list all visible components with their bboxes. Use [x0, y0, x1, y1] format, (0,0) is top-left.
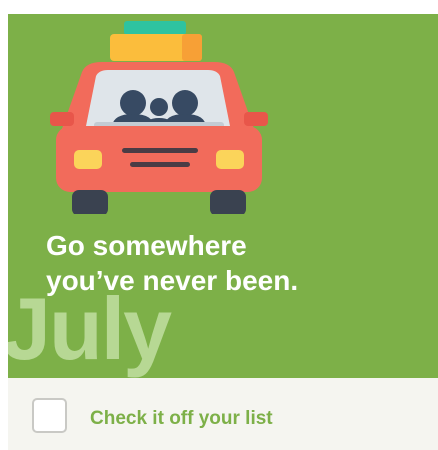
- card-footer: Check it off your list: [8, 378, 438, 450]
- card-header: Go somewhere you’ve never been. July: [8, 14, 438, 378]
- headline-line-1: Go somewhere: [46, 230, 247, 261]
- check-off-label[interactable]: Check it off your list: [90, 408, 273, 430]
- month-label: July: [8, 279, 172, 378]
- check-off-checkbox[interactable]: [32, 398, 67, 433]
- car-with-passengers-icon: [50, 21, 268, 214]
- activity-card: Go somewhere you’ve never been. July Che…: [0, 0, 438, 450]
